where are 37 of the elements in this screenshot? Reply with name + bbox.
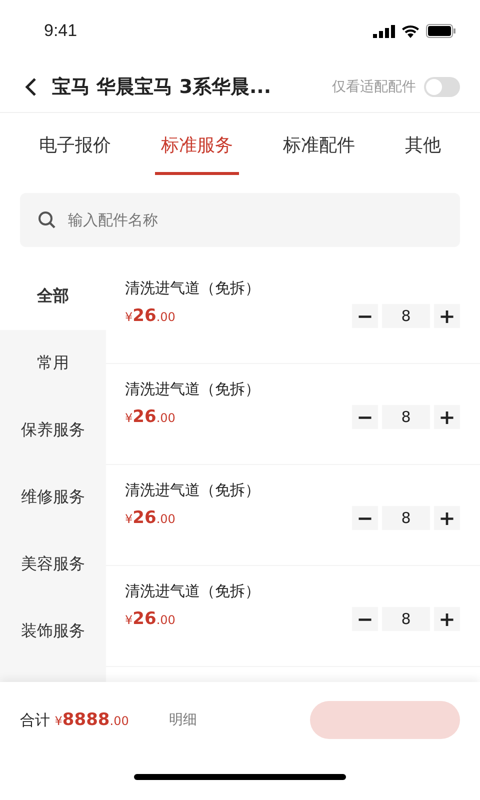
service-price: ¥26.00 [125,508,176,528]
tab[interactable]: 标准配件 [277,113,361,175]
filter-toggle[interactable] [424,77,460,97]
wifi-icon [401,24,420,38]
increase-button[interactable]: + [434,506,460,530]
total-label: 合计 ¥8888.00 [20,710,129,730]
service-price: ¥26.00 [125,306,176,326]
service-price: ¥26.00 [125,609,176,629]
quantity-field[interactable]: 8 [382,304,430,328]
status-time: 9:41 [44,21,78,41]
service-name: 清洗进气道（免拆） [125,380,261,399]
quantity-field[interactable]: 8 [382,506,430,530]
decrease-button[interactable]: − [352,506,378,530]
service-name: 清洗进气道（免拆） [125,279,261,298]
service-name: 清洗进气道（免拆） [125,582,261,601]
back-icon[interactable] [24,77,38,97]
detail-link[interactable]: 明细 [168,711,197,729]
service-price: ¥26.00 [125,407,176,427]
decrease-button[interactable]: − [352,304,378,328]
signal-icon [373,24,395,38]
tab[interactable]: 标准服务 [155,113,239,175]
tab[interactable]: 电子报价 [33,113,117,175]
battery-icon [426,24,456,38]
increase-button[interactable]: + [434,607,460,631]
quantity-field[interactable]: 8 [382,607,430,631]
decrease-button[interactable]: − [352,405,378,429]
increase-button[interactable]: + [434,304,460,328]
page-title: 宝马 华晨宝马 3系华晨... [52,75,272,100]
decrease-button[interactable]: − [352,607,378,631]
tab[interactable]: 其他 [399,113,447,175]
category-item[interactable]: 全部 [0,263,106,330]
service-name: 清洗进气道（免拆） [125,481,261,500]
submit-button[interactable] [310,701,460,739]
search-field[interactable]: 输入配件名称 [20,193,460,247]
increase-button[interactable]: + [434,405,460,429]
filter-label: 仅看适配配件 [332,78,416,96]
quantity-field[interactable]: 8 [382,405,430,429]
